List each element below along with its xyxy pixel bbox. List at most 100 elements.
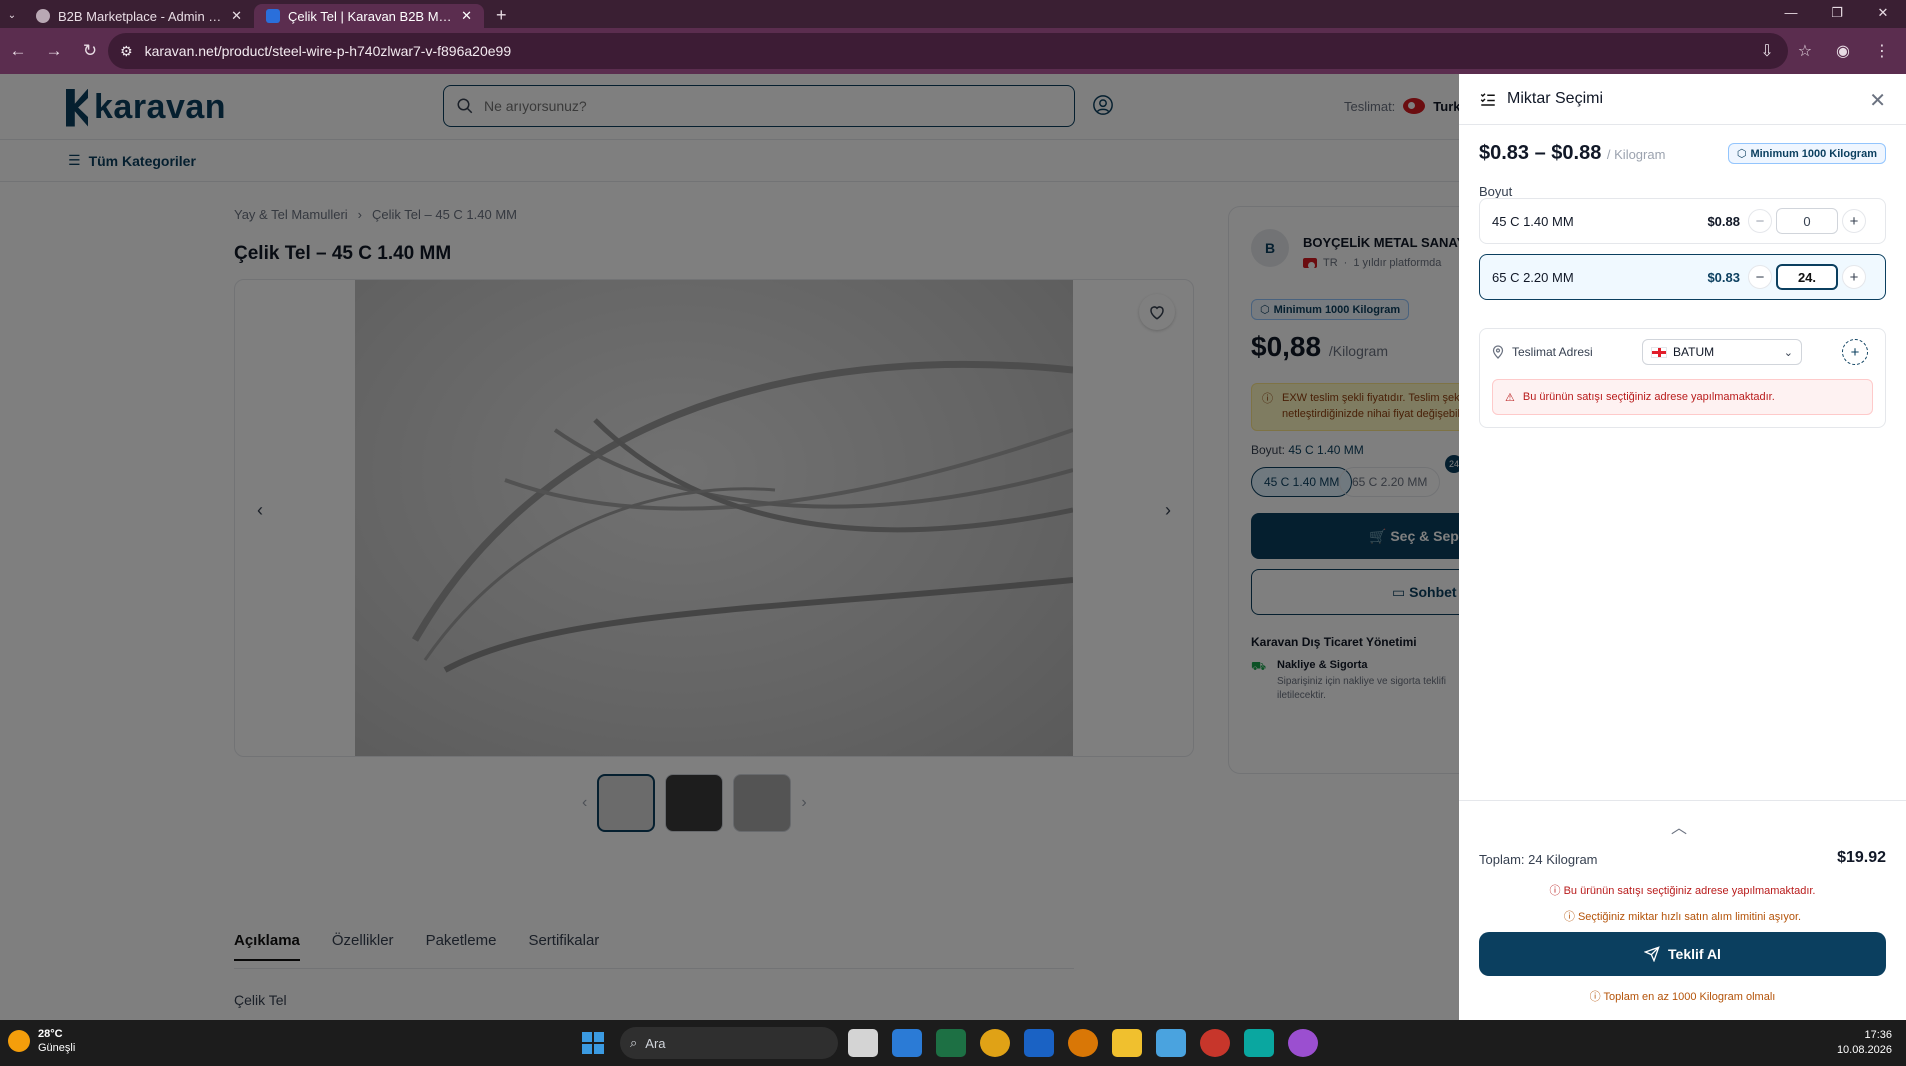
back-icon[interactable]: ← — [0, 41, 36, 61]
windows-start-icon[interactable] — [582, 1032, 604, 1054]
drawer-title: Miktar Seçimi — [1507, 90, 1604, 107]
decrease-quantity-button[interactable]: − — [1748, 209, 1772, 233]
globe-icon — [36, 9, 50, 23]
tab-search-icon[interactable]: ⌄ — [0, 4, 24, 28]
chrome-icon[interactable] — [980, 1029, 1010, 1057]
increase-quantity-button[interactable]: + — [1842, 209, 1866, 233]
tab-close-icon[interactable]: ✕ — [231, 8, 242, 24]
variant-name: 65 C 2.20 MM — [1492, 269, 1574, 285]
address-label: Teslimat Adresi — [1492, 345, 1593, 359]
add-address-button[interactable]: + — [1842, 339, 1868, 365]
weather-widget[interactable]: 28°C Güneşli — [8, 1027, 75, 1055]
warning-circle-icon: ⓘ — [1563, 911, 1575, 923]
checklist-icon — [1480, 93, 1495, 106]
bookmark-star-icon[interactable]: ☆ — [1798, 41, 1812, 61]
chrome-profile-icon[interactable] — [1200, 1029, 1230, 1057]
limit-warning-text: Seçtiğiniz miktar hızlı satın alım limit… — [1577, 911, 1802, 923]
drawer-header: Miktar Seçimi — [1459, 74, 1906, 124]
address-error-message: ⓘ Bu ürünün satışı seçtiğiniz adrese yap… — [1459, 882, 1906, 898]
karavan-favicon — [266, 9, 280, 23]
quantity-input[interactable] — [1776, 264, 1838, 290]
browser-tab-product[interactable]: Çelik Tel | Karavan B2B Marketp ✕ — [254, 4, 484, 28]
increase-quantity-button[interactable]: + — [1842, 265, 1866, 289]
location-pin-icon — [1492, 345, 1504, 359]
warning-triangle-icon: ⚠ — [1505, 391, 1515, 404]
total-quantity: Toplam: 24 Kilogram — [1479, 852, 1598, 867]
limit-warning-message: ⓘ Seçtiğiniz miktar hızlı satın alım lim… — [1459, 908, 1906, 924]
delivery-address-box: Teslimat Adresi BATUM ⌄ + ⚠ Bu ürünün sa… — [1479, 328, 1886, 428]
restore-icon[interactable]: ❐ — [1814, 0, 1860, 28]
browser-toolbar: ← → ↻ ⚙ karavan.net/product/steel-wire-p… — [0, 28, 1906, 74]
window-controls: — ❐ ✕ — [1768, 0, 1906, 28]
get-quote-button[interactable]: Teklif Al — [1479, 932, 1886, 976]
reload-icon[interactable]: ↻ — [72, 41, 108, 61]
min-order-text: Minimum 1000 Kilogram — [1750, 147, 1877, 160]
store-icon[interactable] — [892, 1029, 922, 1057]
file-explorer-icon[interactable] — [1112, 1029, 1142, 1057]
address-error-text: Bu ürünün satışı seçtiğiniz adrese yapıl… — [1522, 391, 1775, 403]
tab-close-icon[interactable]: ✕ — [461, 8, 472, 24]
remote-desktop-icon[interactable] — [1156, 1029, 1186, 1057]
taskbar-search-label: Ara — [645, 1035, 666, 1051]
drawer-price-range: $0.83 – $0.88 / Kilogram — [1479, 142, 1665, 165]
drawer-size-label: Boyut — [1479, 184, 1513, 199]
minimum-order-text: Toplam en az 1000 Kilogram olmalı — [1603, 991, 1776, 1003]
box-icon: ⬡ — [1736, 148, 1747, 160]
forward-icon[interactable]: → — [36, 41, 72, 61]
get-quote-label: Teklif Al — [1668, 946, 1721, 962]
price-range-value: $0.83 – $0.88 — [1479, 142, 1602, 164]
minimize-icon[interactable]: — — [1768, 0, 1814, 28]
modal-backdrop[interactable] — [0, 74, 1459, 1020]
chevron-down-icon: ⌄ — [1783, 346, 1793, 359]
error-circle-icon: ⓘ — [1549, 885, 1561, 897]
taskbar-search[interactable]: ⌕ Ara — [620, 1027, 838, 1059]
address-error-alert: ⚠ Bu ürünün satışı seçtiğiniz adrese yap… — [1492, 379, 1873, 415]
menu-dots-icon[interactable]: ⋮ — [1874, 41, 1890, 61]
browser-actions: ⇩ ☆ ◉ ⋮ — [1760, 28, 1890, 74]
address-bar[interactable]: ⚙ karavan.net/product/steel-wire-p-h740z… — [108, 33, 1788, 69]
send-icon — [1644, 946, 1660, 962]
drawer-divider — [1459, 124, 1906, 125]
quantity-drawer: Miktar Seçimi ✕ $0.83 – $0.88 / Kilogram… — [1459, 74, 1906, 1020]
clock-time: 17:36 — [1864, 1029, 1892, 1041]
browser-tab-admin[interactable]: B2B Marketplace - Admin Panel ✕ — [24, 4, 254, 28]
price-range-unit: / Kilogram — [1606, 147, 1666, 162]
variant-price: $0.88 — [1707, 213, 1740, 229]
claude-icon[interactable] — [1068, 1029, 1098, 1057]
drawer-min-order-badge: ⬡ Minimum 1000 Kilogram — [1727, 143, 1886, 164]
close-window-icon[interactable]: ✕ — [1860, 0, 1906, 28]
taskbar-apps — [848, 1029, 1318, 1057]
install-app-icon[interactable]: ⇩ — [1760, 41, 1773, 61]
search-icon: ⌕ — [630, 1035, 638, 1050]
messaging-app-icon[interactable] — [1244, 1029, 1274, 1057]
chrome-active-icon[interactable] — [1288, 1029, 1318, 1057]
profile-icon[interactable]: ◉ — [1836, 41, 1850, 61]
minimum-order-message: ⓘ Toplam en az 1000 Kilogram olmalı — [1459, 988, 1906, 1004]
decrease-quantity-button[interactable]: − — [1748, 265, 1772, 289]
address-label-text: Teslimat Adresi — [1512, 345, 1593, 359]
variant-row-65: 65 C 2.20 MM $0.83 − + — [1479, 254, 1886, 300]
weather-condition: Güneşli — [38, 1042, 76, 1054]
warning-circle-icon: ⓘ — [1589, 991, 1601, 1003]
os-taskbar: 28°C Güneşli ⌕ Ara 17:36 10.08.2026 — [0, 1020, 1906, 1066]
outlook-icon[interactable] — [1024, 1029, 1054, 1057]
excel-icon[interactable] — [936, 1029, 966, 1057]
clock-date: 10.08.2026 — [1836, 1044, 1892, 1056]
drawer-close-icon[interactable]: ✕ — [1869, 88, 1886, 113]
address-value: BATUM — [1673, 345, 1715, 359]
chevron-up-icon[interactable]: ︿ — [1671, 814, 1687, 838]
georgia-flag-icon — [1651, 346, 1667, 358]
system-clock[interactable]: 17:36 10.08.2026 — [1837, 1028, 1892, 1058]
address-select[interactable]: BATUM ⌄ — [1642, 339, 1802, 365]
sun-icon — [8, 1030, 30, 1052]
quantity-input[interactable] — [1776, 208, 1838, 234]
task-view-icon[interactable] — [848, 1029, 878, 1057]
variant-price: $0.83 — [1707, 269, 1740, 285]
browser-tabbar: ⌄ B2B Marketplace - Admin Panel ✕ Çelik … — [0, 0, 1906, 28]
tab-title: Çelik Tel | Karavan B2B Marketp — [288, 8, 453, 24]
variant-name: 45 C 1.40 MM — [1492, 213, 1574, 229]
new-tab-button[interactable]: + — [484, 4, 519, 28]
url-text: karavan.net/product/steel-wire-p-h740zlw… — [144, 43, 512, 59]
site-settings-icon[interactable]: ⚙ — [120, 43, 133, 60]
address-error-message-text: Bu ürünün satışı seçtiğiniz adrese yapıl… — [1563, 885, 1816, 897]
